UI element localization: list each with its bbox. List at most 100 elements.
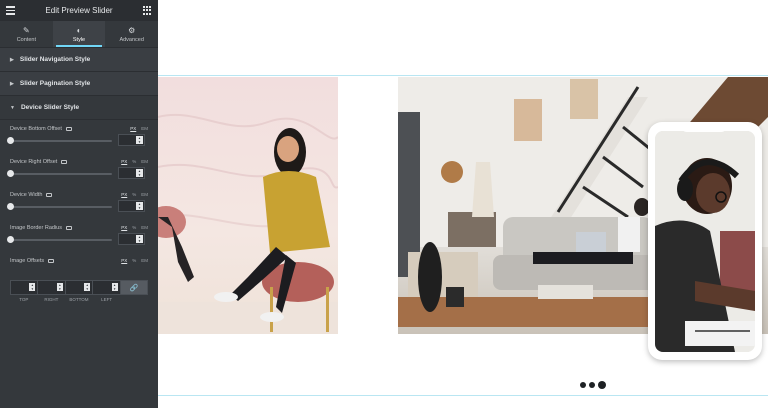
offset-left-input[interactable]: ▲ ▼ bbox=[93, 281, 121, 294]
guide-line bbox=[158, 75, 768, 76]
slider-track[interactable] bbox=[10, 140, 112, 142]
section-title: Device Slider Style bbox=[20, 104, 80, 111]
slider-handle[interactable] bbox=[7, 170, 14, 177]
unit-px[interactable]: PX bbox=[121, 258, 127, 263]
slider-track[interactable] bbox=[10, 206, 112, 208]
slider-pagination bbox=[580, 381, 606, 389]
tab-label: Content bbox=[16, 36, 36, 43]
pagination-dot[interactable] bbox=[580, 382, 586, 388]
phone-notch bbox=[681, 124, 727, 132]
gear-icon: ⚙ bbox=[128, 25, 136, 35]
spinner-icon[interactable]: ▲ ▼ bbox=[56, 283, 63, 291]
unit-em[interactable]: EM bbox=[141, 126, 148, 131]
panel-header: Edit Preview Slider bbox=[0, 0, 158, 21]
link-icon[interactable]: 🔗 bbox=[120, 281, 148, 294]
spinner-icon[interactable]: ▲ ▼ bbox=[136, 136, 143, 144]
control-image-border-radius: Image Border Radius PX % EM ▲ ▼ bbox=[0, 219, 158, 252]
half-circle-icon: ◐ bbox=[76, 25, 82, 35]
unit-em[interactable]: EM bbox=[141, 258, 148, 263]
offset-label-bottom: BOTTOM bbox=[69, 297, 89, 302]
control-device-right-offset: Device Right Offset PX % EM ▲ ▼ bbox=[0, 153, 158, 186]
pagination-dot[interactable] bbox=[589, 382, 595, 388]
slider-handle[interactable] bbox=[7, 236, 14, 243]
caret-right-icon: ▶ bbox=[10, 80, 14, 87]
unit-selector[interactable]: PX % EM bbox=[121, 225, 148, 230]
tab-label: Style bbox=[72, 36, 86, 43]
monitor-icon[interactable] bbox=[65, 226, 72, 230]
offset-inputs: ▲ ▼ ▲ ▼ ▲ ▼ ▲ ▼ 🔗 bbox=[10, 280, 148, 295]
number-input[interactable]: ▲ ▼ bbox=[118, 134, 145, 146]
unit-selector[interactable]: PX % EM bbox=[121, 159, 148, 164]
unit-selector[interactable]: PX % EM bbox=[121, 258, 148, 263]
spinner-icon[interactable]: ▲ ▼ bbox=[136, 235, 143, 243]
tab-advanced[interactable]: ⚙ Advanced bbox=[105, 21, 158, 47]
caret-down-icon: ▼ bbox=[10, 104, 15, 111]
unit-percent[interactable]: % bbox=[132, 225, 136, 230]
section-slider-navigation-style[interactable]: ▶ Slider Navigation Style bbox=[0, 48, 158, 72]
unit-em[interactable]: EM bbox=[141, 225, 148, 230]
slider-track[interactable] bbox=[10, 239, 112, 241]
spinner-icon[interactable]: ▲ ▼ bbox=[136, 169, 143, 177]
spinner-icon[interactable]: ▲ ▼ bbox=[84, 283, 91, 291]
section-device-slider-style[interactable]: ▼ Device Slider Style bbox=[0, 96, 158, 120]
panel-tabs: ✎ Content ◐ Style ⚙ Advanced bbox=[0, 21, 158, 48]
offset-bottom-input[interactable]: ▲ ▼ bbox=[66, 281, 94, 294]
panel-title: Edit Preview Slider bbox=[45, 6, 113, 15]
spinner-icon[interactable]: ▲ ▼ bbox=[136, 202, 143, 210]
offset-labels: TOP RIGHT BOTTOM LEFT bbox=[10, 297, 148, 302]
offset-right-input[interactable]: ▲ ▼ bbox=[38, 281, 66, 294]
unit-selector[interactable]: PX EM bbox=[130, 126, 148, 131]
monitor-icon[interactable] bbox=[48, 259, 55, 263]
tab-style[interactable]: ◐ Style bbox=[52, 21, 106, 47]
pencil-icon: ✎ bbox=[22, 25, 30, 35]
monitor-icon[interactable] bbox=[46, 193, 53, 197]
offset-top-input[interactable]: ▲ ▼ bbox=[11, 281, 39, 294]
unit-px[interactable]: PX bbox=[121, 192, 127, 197]
pagination-dot-active[interactable] bbox=[598, 381, 606, 389]
number-input[interactable]: ▲ ▼ bbox=[118, 200, 145, 212]
unit-em[interactable]: EM bbox=[141, 159, 148, 164]
slide-image-woman[interactable] bbox=[158, 77, 338, 334]
number-input[interactable]: ▲ ▼ bbox=[118, 167, 145, 179]
tab-content[interactable]: ✎ Content bbox=[0, 21, 53, 47]
unit-selector[interactable]: PX % EM bbox=[121, 192, 148, 197]
unit-px[interactable]: PX bbox=[121, 225, 127, 230]
unit-px[interactable]: PX bbox=[121, 159, 127, 164]
offset-label-left: LEFT bbox=[101, 297, 113, 302]
spinner-icon[interactable]: ▲ ▼ bbox=[111, 283, 118, 291]
unit-percent[interactable]: % bbox=[132, 159, 136, 164]
control-device-width: Device Width PX % EM ▲ ▼ bbox=[0, 186, 158, 219]
unit-px[interactable]: PX bbox=[130, 126, 136, 131]
offset-label-top: TOP bbox=[19, 297, 29, 302]
section-slider-pagination-style[interactable]: ▶ Slider Pagination Style bbox=[0, 72, 158, 96]
hamburger-icon[interactable] bbox=[6, 6, 15, 15]
monitor-icon[interactable] bbox=[65, 127, 72, 131]
slider-handle[interactable] bbox=[7, 137, 14, 144]
editor-panel: Edit Preview Slider ✎ Content ◐ Style ⚙ … bbox=[0, 0, 158, 408]
spinner-icon[interactable]: ▲ ▼ bbox=[29, 283, 36, 291]
offset-label-right: RIGHT bbox=[44, 297, 59, 302]
device-mockup[interactable] bbox=[648, 122, 762, 360]
slider-track[interactable] bbox=[10, 173, 112, 175]
control-label: Device Right Offset bbox=[10, 159, 58, 165]
slider-handle[interactable] bbox=[7, 203, 14, 210]
monitor-icon[interactable] bbox=[61, 160, 68, 164]
unit-percent[interactable]: % bbox=[132, 192, 136, 197]
unit-percent[interactable]: % bbox=[132, 258, 136, 263]
woman-photo bbox=[158, 113, 338, 334]
control-label: Image Offsets bbox=[10, 258, 45, 264]
grid-icon[interactable] bbox=[143, 6, 152, 15]
man-with-headphones-photo bbox=[655, 131, 755, 352]
tab-label: Advanced bbox=[119, 36, 144, 43]
section-title: Slider Pagination Style bbox=[19, 80, 91, 87]
control-device-bottom-offset: Device Bottom Offset PX EM ▲ ▼ bbox=[0, 120, 158, 153]
device-screen-image bbox=[655, 131, 755, 352]
control-label: Device Width bbox=[10, 192, 43, 198]
number-input[interactable]: ▲ ▼ bbox=[118, 233, 145, 245]
section-title: Slider Navigation Style bbox=[19, 56, 91, 63]
unit-em[interactable]: EM bbox=[141, 192, 148, 197]
guide-line bbox=[158, 395, 768, 396]
control-label: Image Border Radius bbox=[10, 225, 62, 231]
caret-right-icon: ▶ bbox=[10, 56, 14, 63]
control-label: Device Bottom Offset bbox=[10, 126, 62, 132]
